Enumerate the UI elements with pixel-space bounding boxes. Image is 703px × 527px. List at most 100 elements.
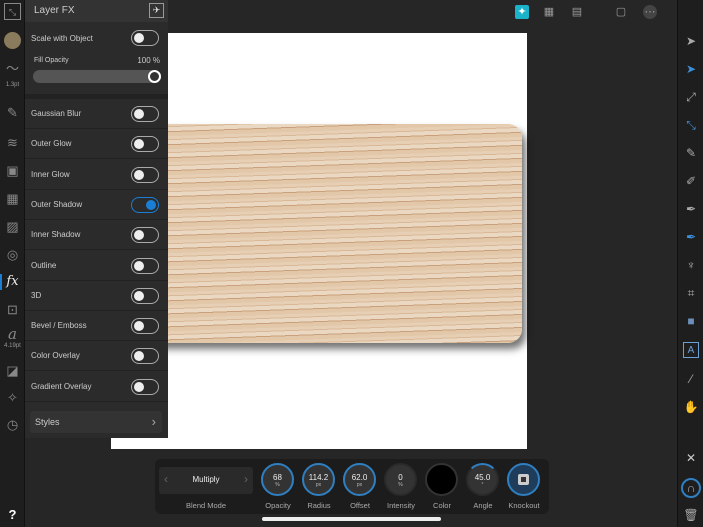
grid-icon[interactable]: ▦	[4, 190, 21, 207]
intensity-dial[interactable]: 0%	[384, 463, 417, 496]
fill-tool-icon[interactable]: ✒	[683, 229, 699, 245]
offset-value: 62.0	[351, 473, 368, 482]
brush-size: 1.3pt	[5, 82, 20, 88]
effect-label: Inner Glow	[31, 169, 70, 179]
effect-row[interactable]: Gaussian Blur	[25, 99, 168, 129]
effect-label: Outline	[31, 260, 57, 270]
navigator-icon[interactable]: ◎	[4, 246, 21, 263]
opacity-dial[interactable]: 68%	[261, 463, 294, 496]
help-icon[interactable]: ?	[4, 506, 21, 523]
effect-label: 3D	[31, 290, 42, 300]
effect-row[interactable]: Color Overlay	[25, 341, 168, 372]
angle-value: 45.0	[474, 473, 491, 482]
move-tool-icon[interactable]: ➤	[683, 33, 699, 49]
color-swatch[interactable]	[4, 32, 21, 49]
scale-with-object-toggle[interactable]	[131, 30, 159, 46]
transparency-tool-icon[interactable]: ♆	[683, 257, 699, 273]
effect-row[interactable]: Outer Glow	[25, 129, 168, 160]
snapping-icon[interactable]: ✧	[4, 389, 21, 406]
more-icon[interactable]: ⋯	[643, 5, 657, 19]
crop-tool-icon[interactable]: ⌗	[683, 285, 699, 301]
hand-tool-icon[interactable]: ✋	[683, 399, 699, 415]
transform-icon[interactable]: ⊡	[4, 301, 21, 318]
close-icon[interactable]: ✕	[683, 450, 699, 466]
offset-unit: px	[356, 482, 363, 488]
effect-settings-bar: ‹ Multiply › Blend Mode 68% Opacity 114.…	[155, 459, 549, 514]
effect-row[interactable]: Gradient Overlay	[25, 372, 168, 402]
node-tool-icon[interactable]: ➤	[683, 61, 699, 77]
opacity-unit: %	[275, 482, 280, 488]
delete-icon[interactable]: 🗑	[683, 507, 699, 523]
corner-tool-icon[interactable]: ⤢	[683, 89, 699, 105]
effect-label: Outer Shadow	[31, 199, 83, 209]
angle-unit: °	[481, 482, 484, 488]
knockout-label: Knockout	[508, 501, 540, 510]
arrange-icon[interactable]: ▤	[570, 5, 584, 19]
effect-toggle[interactable]	[131, 227, 159, 244]
effect-toggle[interactable]	[131, 136, 159, 153]
intensity-unit: %	[398, 482, 403, 488]
effect-row[interactable]: Outline	[25, 251, 168, 281]
font-size: 4.19pt	[4, 343, 21, 349]
fill-opacity-slider[interactable]	[33, 70, 161, 83]
pencil-tool-icon[interactable]: ✎	[683, 145, 699, 161]
slider-knob[interactable]	[148, 70, 161, 83]
scale-with-object-label: Scale with Object	[31, 34, 93, 43]
stroke-width-icon[interactable]: 〜	[4, 60, 21, 77]
vector-brush-icon[interactable]: ✐	[683, 173, 699, 189]
effect-toggle[interactable]	[131, 166, 159, 183]
effect-row[interactable]: Inner Glow	[25, 160, 168, 190]
effect-toggle[interactable]	[131, 348, 159, 365]
effect-toggle[interactable]	[131, 257, 159, 274]
grid-snap-icon[interactable]: ▦	[542, 5, 556, 19]
radius-unit: px	[315, 482, 322, 488]
fill-opacity-value: 100 %	[137, 56, 160, 65]
effect-label: Bevel / Emboss	[31, 321, 87, 331]
persona-icon[interactable]: ✦	[515, 5, 529, 19]
snapping-magnet-icon[interactable]: ∩	[681, 478, 701, 498]
knockout-toggle[interactable]	[507, 463, 540, 496]
selection-icon[interactable]: ◪	[4, 362, 21, 379]
image-icon[interactable]: ▨	[4, 218, 21, 235]
effect-toggle[interactable]	[131, 106, 159, 122]
styles-button[interactable]: Styles ›	[30, 411, 162, 433]
pen-tool-icon[interactable]: ✒	[683, 201, 699, 217]
effect-row[interactable]: Outer Shadow	[25, 190, 168, 220]
angle-dial[interactable]: 45.0 °	[466, 463, 499, 496]
point-transform-icon[interactable]: ⤡	[683, 117, 699, 133]
effect-label: Gaussian Blur	[31, 109, 82, 118]
radius-value: 114.2	[308, 473, 329, 482]
home-indicator	[262, 517, 441, 521]
effect-label: Inner Shadow	[31, 230, 81, 240]
brush-icon[interactable]: ✎	[4, 104, 21, 121]
intensity-value: 0	[398, 473, 403, 482]
fx-icon[interactable]: fx	[4, 273, 21, 290]
document-icon[interactable]: ▢	[614, 5, 628, 19]
effect-toggle[interactable]	[131, 378, 159, 395]
panel-title: Layer FX	[34, 5, 75, 16]
layers-icon[interactable]: ≋	[4, 134, 21, 151]
shape-tool-icon[interactable]: ■	[683, 313, 699, 329]
pin-icon[interactable]: ✈	[149, 3, 164, 18]
wood-plank-layer[interactable]	[145, 124, 522, 343]
color-picker-icon[interactable]: ⁄	[683, 371, 699, 387]
radius-dial[interactable]: 114.2 px	[302, 463, 335, 496]
text-tool-icon[interactable]: A	[683, 342, 699, 358]
effect-toggle[interactable]	[131, 196, 159, 213]
text-style-icon[interactable]: a	[4, 326, 21, 343]
effect-row[interactable]: Inner Shadow	[25, 220, 168, 251]
effect-row[interactable]: Bevel / Emboss	[25, 311, 168, 342]
adjustments-icon[interactable]: ▣	[4, 162, 21, 179]
right-toolbar: ➤ ➤ ⤢ ⤡ ✎ ✐ ✒ ✒ ♆ ⌗ ■ A ⁄ ✋ ✕ ∩ 🗑	[677, 0, 703, 527]
next-blend-icon[interactable]: ›	[244, 472, 248, 486]
effect-row[interactable]: 3D	[25, 281, 168, 311]
offset-dial[interactable]: 62.0 px	[343, 463, 376, 496]
effect-toggle[interactable]	[131, 318, 159, 335]
fill-opacity-label: Fill Opacity	[34, 57, 69, 64]
blend-mode-selector[interactable]: ‹ Multiply ›	[159, 467, 253, 494]
chevron-right-icon: ›	[151, 414, 156, 429]
history-icon[interactable]: ◷	[4, 416, 21, 433]
layer-fx-icon[interactable]: ⤡	[4, 3, 21, 20]
color-swatch-button[interactable]	[425, 463, 458, 496]
effect-toggle[interactable]	[131, 287, 159, 304]
